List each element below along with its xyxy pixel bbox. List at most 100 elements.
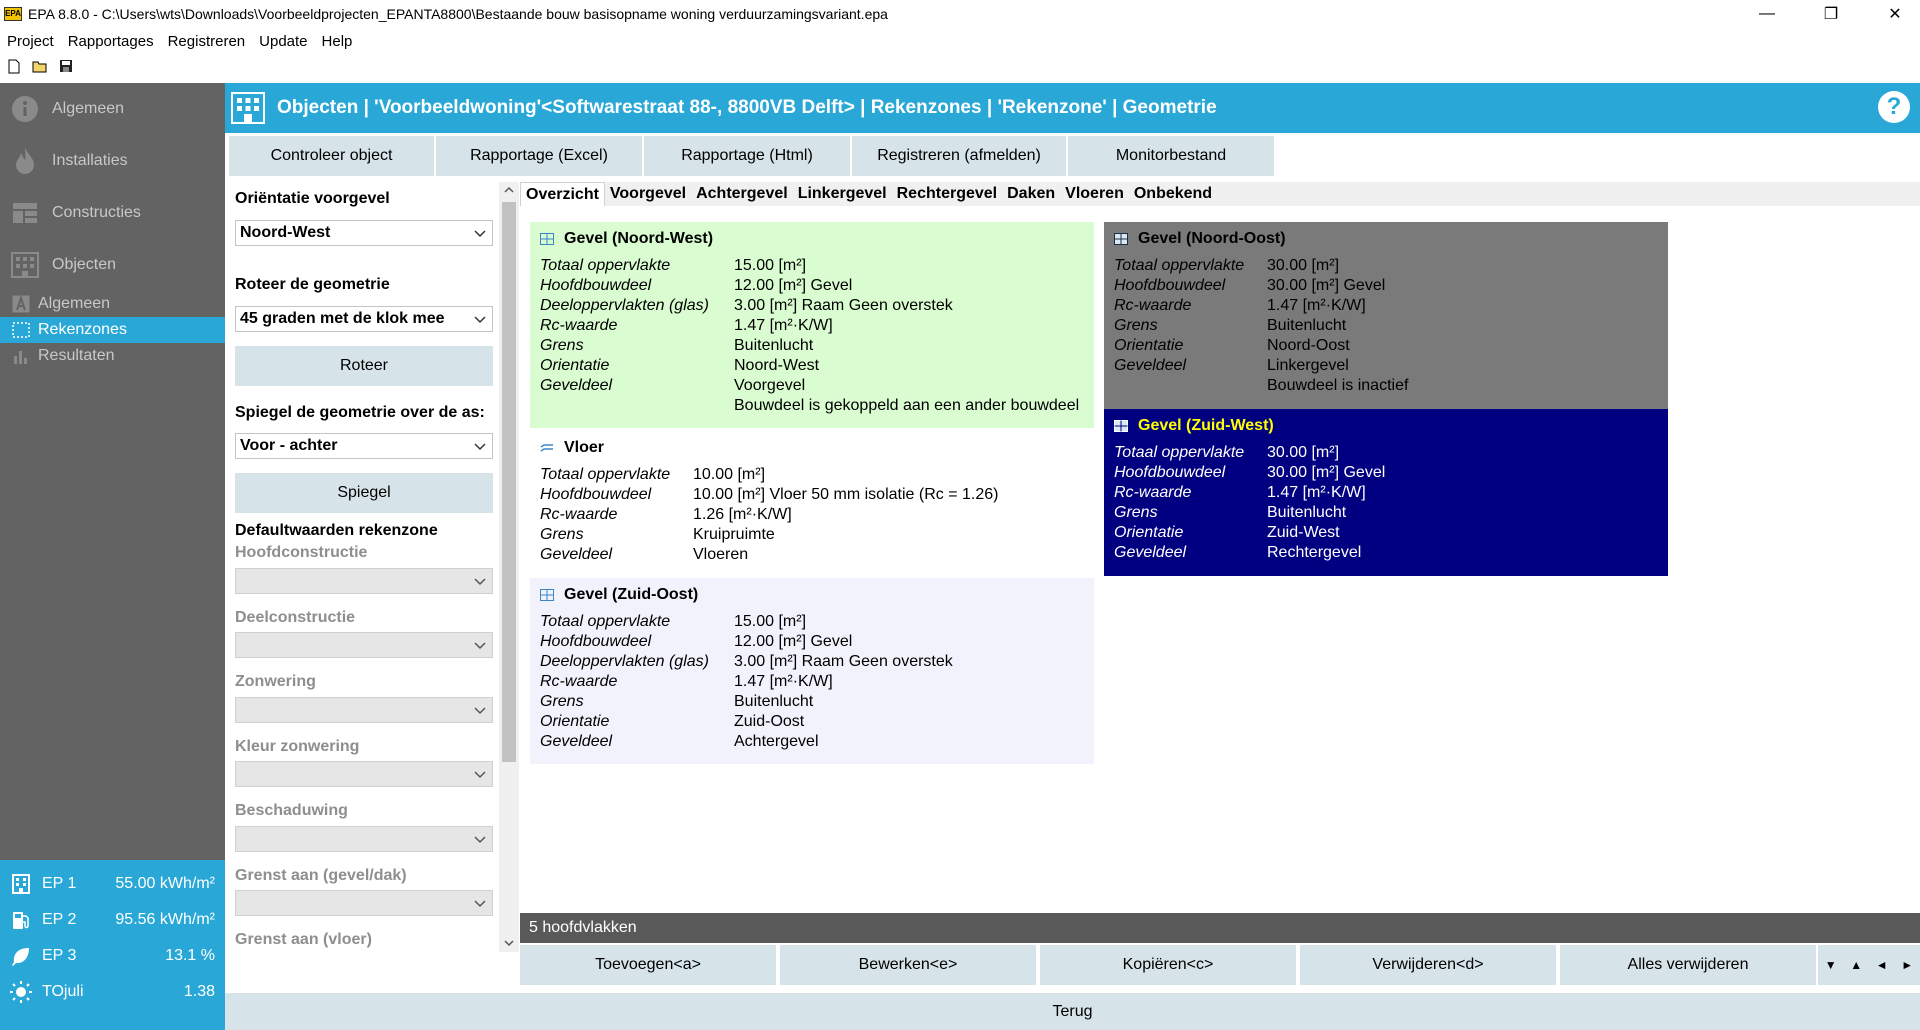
terug-button[interactable]: Terug [225, 993, 1920, 1030]
property-value: 30.00 [m²] [1267, 257, 1340, 274]
orientatie-label: Oriëntatie voorgevel [235, 190, 390, 207]
building-icon [10, 250, 40, 280]
deelconstructie-select[interactable] [235, 632, 493, 658]
card-title-text: Vloer [564, 439, 605, 456]
card-gevel-zuid-west[interactable]: Gevel (Zuid-West) Totaal oppervlakte Hoo… [1104, 409, 1668, 576]
tab-linkergevel[interactable]: Linkergevel [793, 182, 892, 206]
sidebar-subitem-rekenzones[interactable]: Rekenzones [0, 317, 225, 343]
tab-overzicht[interactable]: Overzicht [520, 182, 605, 206]
property-row: Hoofdbouwdeel [540, 485, 693, 505]
rapportage-html-button[interactable]: Rapportage (Html) [644, 136, 850, 176]
beschaduwing-select[interactable] [235, 826, 493, 852]
roteer-select[interactable]: 45 graden met de klok mee [235, 306, 493, 332]
tab-voorgevel[interactable]: Voorgevel [605, 182, 691, 206]
property-row: Orientatie [1114, 523, 1267, 543]
property-row: Bouwdeel is gekoppeld aan een ander bouw… [734, 396, 1079, 416]
property-row: Rc-waarde [540, 316, 734, 336]
geometry-settings-panel: Oriëntatie voorgevel Noord-West Roteer d… [225, 182, 495, 952]
facade-icon [1114, 233, 1128, 245]
minimize-button[interactable]: — [1744, 0, 1790, 28]
grenst-gevel-select[interactable] [235, 890, 493, 916]
property-value: Rechtergevel [1267, 544, 1362, 561]
tab-achtergevel[interactable]: Achtergevel [691, 182, 793, 206]
close-button[interactable]: ✕ [1872, 0, 1918, 28]
orientatie-select[interactable]: Noord-West [235, 220, 493, 246]
property-row: Totaal oppervlakte [1114, 443, 1267, 463]
roteer-button[interactable]: Roteer [235, 346, 493, 386]
scroll-down-icon[interactable] [504, 938, 514, 948]
spiegel-button[interactable]: Spiegel [235, 473, 493, 513]
property-key: Totaal oppervlakte [540, 466, 671, 483]
monitorbestand-button[interactable]: Monitorbestand [1068, 136, 1274, 176]
sidebar-item-installaties[interactable]: Installaties [0, 141, 225, 181]
property-row: 1.47 [m²·K/W] [734, 316, 1079, 336]
hoofdconstructie-select[interactable] [235, 568, 493, 594]
verwijderen-button[interactable]: Verwijderen<d> [1300, 945, 1556, 985]
sidebar-item-objecten[interactable]: Objecten [0, 245, 225, 285]
breadcrumb: Objecten | 'Voorbeeldwoning'<Softwarestr… [277, 97, 1217, 118]
menu-project[interactable]: Project [0, 33, 61, 50]
property-row: Grens [540, 692, 734, 712]
property-values: 15.00 [m²] 12.00 [m²] Gevel 3.00 [m²] Ra… [734, 612, 953, 752]
tab-onbekend[interactable]: Onbekend [1129, 182, 1217, 206]
building-icon [231, 92, 265, 124]
settings-scrollbar[interactable] [499, 182, 519, 952]
property-row: Buitenlucht [1267, 503, 1385, 523]
sidebar-subitem-label: Resultaten [38, 347, 115, 364]
zonwering-label: Zonwering [235, 673, 316, 690]
kopieren-button[interactable]: Kopiëren<c> [1040, 945, 1296, 985]
sidebar-item-algemeen[interactable]: Algemeen [0, 89, 225, 129]
kleur-zonwering-select[interactable] [235, 761, 493, 787]
property-value: 15.00 [m²] [734, 613, 807, 630]
bewerken-button[interactable]: Bewerken<e> [780, 945, 1036, 985]
property-value: Buitenlucht [1267, 317, 1347, 334]
property-value: Noord-Oost [1267, 337, 1350, 354]
controleer-object-button[interactable]: Controleer object [229, 136, 434, 176]
facade-icon [1114, 420, 1128, 432]
toevoegen-button[interactable]: Toevoegen<a> [520, 945, 776, 985]
card-gevel-zuid-oost[interactable]: Gevel (Zuid-Oost) Totaal oppervlakte Hoo… [530, 578, 1094, 764]
arrow-up-icon[interactable]: ▲ [1850, 958, 1862, 972]
navigation-arrows: ▼ ▲ ◄ ► [1818, 945, 1920, 985]
card-title-text: Gevel (Noord-Oost) [1138, 230, 1286, 247]
tab-daken[interactable]: Daken [1002, 182, 1060, 206]
help-button[interactable]: ? [1878, 91, 1910, 123]
alles-verwijderen-button[interactable]: Alles verwijderen [1560, 945, 1816, 985]
property-row: Geveldeel [540, 545, 693, 565]
card-gevel-noord-oost[interactable]: Gevel (Noord-Oost) Totaal oppervlakte Ho… [1104, 222, 1668, 409]
property-row: 30.00 [m²] [1267, 256, 1408, 276]
card-vloer[interactable]: Vloer Totaal oppervlakte Hoofdbouwdeel R… [530, 431, 1094, 575]
arrow-down-icon[interactable]: ▼ [1825, 958, 1837, 972]
open-folder-icon[interactable] [32, 58, 48, 74]
menu-registreren[interactable]: Registreren [161, 33, 253, 50]
maximize-button[interactable]: ❐ [1808, 0, 1854, 28]
new-file-icon[interactable] [6, 58, 22, 74]
rapportage-excel-button[interactable]: Rapportage (Excel) [436, 136, 642, 176]
sidebar-item-constructies[interactable]: Constructies [0, 193, 225, 233]
tab-rechtergevel[interactable]: Rechtergevel [892, 182, 1003, 206]
menu-help[interactable]: Help [315, 33, 360, 50]
sidebar-subitem-algemeen[interactable]: Algemeen [0, 291, 225, 317]
save-icon[interactable] [58, 58, 74, 74]
registreren-afmelden-button[interactable]: Registreren (afmelden) [852, 136, 1066, 176]
property-list: Totaal oppervlakte Hoofdbouwdeel Deelopp… [540, 612, 1084, 752]
scrollbar-thumb[interactable] [502, 202, 516, 762]
property-keys: Totaal oppervlakte Hoofdbouwdeel Deelopp… [540, 612, 734, 752]
zonwering-select[interactable] [235, 697, 493, 723]
property-value: Buitenlucht [734, 337, 814, 354]
sidebar-item-label: Algemeen [52, 100, 125, 117]
property-row: Rc-waarde [1114, 296, 1267, 316]
arrow-right-icon[interactable]: ► [1901, 958, 1913, 972]
sidebar-subitem-resultaten[interactable]: Resultaten [0, 343, 225, 369]
card-gevel-noord-west[interactable]: Gevel (Noord-West) Totaal oppervlakte Ho… [530, 222, 1094, 428]
menu-update[interactable]: Update [252, 33, 314, 50]
property-value: Zuid-West [1267, 524, 1340, 541]
property-row: Noord-West [734, 356, 1079, 376]
tab-vloeren[interactable]: Vloeren [1060, 182, 1129, 206]
menu-rapportages[interactable]: Rapportages [61, 33, 161, 50]
spiegel-select[interactable]: Voor - achter [235, 433, 493, 459]
property-row: Buitenlucht [734, 692, 953, 712]
property-value: Voorgevel [734, 377, 806, 394]
scroll-up-icon[interactable] [504, 185, 514, 195]
arrow-left-icon[interactable]: ◄ [1876, 958, 1888, 972]
